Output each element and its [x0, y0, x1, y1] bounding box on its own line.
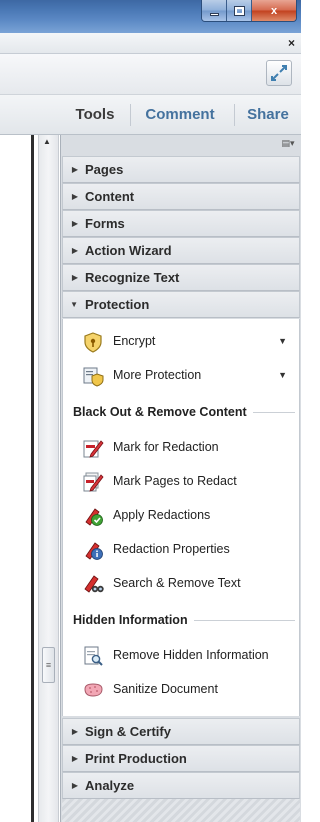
- section-label: Sign & Certify: [85, 724, 171, 739]
- pencil-pages-icon: [83, 472, 104, 492]
- toolbar: [0, 54, 301, 95]
- panel-tabs: Tools Comment Share: [0, 95, 301, 135]
- group-title: Black Out & Remove Content: [73, 405, 247, 419]
- tool-label: Mark Pages to Redact: [113, 474, 237, 488]
- section-protection[interactable]: ▼ Protection: [62, 291, 300, 318]
- tab-tools[interactable]: Tools: [65, 95, 125, 135]
- divider: [252, 411, 295, 413]
- list-options-icon: ▤▾: [281, 138, 295, 148]
- divider: [193, 619, 295, 621]
- pencil-redaction-icon: [83, 440, 104, 458]
- pane-resize-grip[interactable]: ≡: [42, 647, 55, 683]
- minimize-button[interactable]: [202, 0, 227, 21]
- tool-search-and-remove-text[interactable]: Search & Remove Text: [63, 569, 301, 599]
- tool-label: Redaction Properties: [113, 542, 230, 556]
- marker-info-icon: [85, 542, 103, 560]
- dropdown-arrow-icon[interactable]: ▼: [278, 336, 287, 346]
- tool-label: Sanitize Document: [113, 682, 218, 696]
- section-label: Pages: [85, 162, 124, 177]
- tool-mark-for-redaction[interactable]: Mark for Redaction: [63, 433, 301, 463]
- expand-arrow-icon: ▶: [71, 754, 78, 763]
- vertical-scrollbar[interactable]: ▲ ≡: [38, 135, 59, 822]
- group-header-hidden-information: Hidden Information: [73, 611, 295, 629]
- section-label: Print Production: [85, 751, 187, 766]
- pane-header: ▤▾: [61, 135, 302, 154]
- tool-apply-redactions[interactable]: Apply Redactions: [63, 501, 301, 531]
- tool-sanitize-document[interactable]: Sanitize Document: [63, 675, 301, 705]
- section-content[interactable]: ▶ Content: [62, 183, 300, 210]
- tab-separator: [130, 104, 131, 126]
- minimize-icon: [209, 12, 219, 16]
- section-pages[interactable]: ▶ Pages: [62, 156, 300, 183]
- tool-label: Search & Remove Text: [113, 576, 241, 590]
- tab-share[interactable]: Share: [240, 95, 296, 135]
- tools-pane: ▤▾ ▶ Pages ▶ Content ▶ Forms ▶ Action Wi…: [60, 135, 301, 822]
- expand-arrow-icon: ▶: [71, 727, 78, 736]
- document-bar: ×: [0, 33, 301, 54]
- section-label: Analyze: [85, 778, 135, 793]
- tool-redaction-properties[interactable]: Redaction Properties: [63, 535, 301, 565]
- full-screen-button[interactable]: [266, 60, 292, 86]
- tool-label: Apply Redactions: [113, 508, 211, 522]
- page-edge: [31, 135, 34, 822]
- section-sign-and-certify[interactable]: ▶ Sign & Certify: [62, 718, 300, 745]
- section-action-wizard[interactable]: ▶ Action Wizard: [62, 237, 300, 264]
- shield-key-icon: [84, 332, 102, 353]
- tool-remove-hidden-information[interactable]: Remove Hidden Information: [63, 641, 301, 671]
- scroll-up-arrow-icon[interactable]: ▲: [43, 137, 51, 146]
- tool-label: Remove Hidden Information: [113, 648, 269, 662]
- tool-more-protection[interactable]: More Protection ▼: [63, 361, 301, 391]
- group-title: Hidden Information: [73, 613, 188, 627]
- section-analyze[interactable]: ▶ Analyze: [62, 772, 300, 799]
- section-forms[interactable]: ▶ Forms: [62, 210, 300, 237]
- close-window-button[interactable]: x: [252, 0, 296, 21]
- grip-lines-icon: ≡: [45, 660, 52, 670]
- marker-binoculars-icon: [84, 575, 104, 593]
- protection-panel: Encrypt ▼ More Protection ▼ Black Out & …: [62, 319, 300, 716]
- expand-arrow-icon: ▶: [71, 165, 78, 174]
- close-document-button[interactable]: ×: [288, 36, 295, 50]
- group-header-black-out: Black Out & Remove Content: [73, 403, 295, 421]
- tool-mark-pages-to-redact[interactable]: Mark Pages to Redact: [63, 467, 301, 497]
- section-label: Forms: [85, 216, 125, 231]
- expand-arrow-icon: ▶: [71, 246, 78, 255]
- section-label: Recognize Text: [85, 270, 180, 285]
- tool-encrypt[interactable]: Encrypt ▼: [63, 327, 301, 357]
- section-label: Content: [85, 189, 135, 204]
- collapse-arrow-icon: ▼: [70, 300, 78, 309]
- page-magnifier-icon: [84, 646, 103, 666]
- certificate-shield-icon: [83, 367, 104, 387]
- tab-separator: [234, 104, 235, 126]
- sponge-icon: [84, 683, 103, 697]
- section-label: Action Wizard: [85, 243, 172, 258]
- expand-arrow-icon: ▶: [71, 781, 78, 790]
- dropdown-arrow-icon[interactable]: ▼: [278, 370, 287, 380]
- window-controls: x: [201, 0, 297, 22]
- tool-label: Mark for Redaction: [113, 440, 219, 454]
- pane-options-menu[interactable]: ▤▾: [280, 138, 296, 149]
- expand-arrow-icon: ▶: [71, 273, 78, 282]
- tool-label: Encrypt: [113, 334, 156, 348]
- expand-arrow-icon: ▶: [71, 219, 78, 228]
- tool-label: More Protection: [113, 368, 202, 382]
- tab-comment[interactable]: Comment: [132, 95, 228, 135]
- maximize-button[interactable]: [227, 0, 252, 21]
- expand-arrows-icon: [271, 65, 287, 81]
- window-title-bar: x: [0, 0, 301, 33]
- section-print-production[interactable]: ▶ Print Production: [62, 745, 300, 772]
- pane-empty-area: [62, 799, 300, 822]
- expand-arrow-icon: ▶: [71, 192, 78, 201]
- maximize-icon: [233, 5, 245, 16]
- close-icon: x: [270, 4, 278, 17]
- section-recognize-text[interactable]: ▶ Recognize Text: [62, 264, 300, 291]
- marker-check-icon: [85, 508, 103, 526]
- section-label: Protection: [85, 297, 150, 312]
